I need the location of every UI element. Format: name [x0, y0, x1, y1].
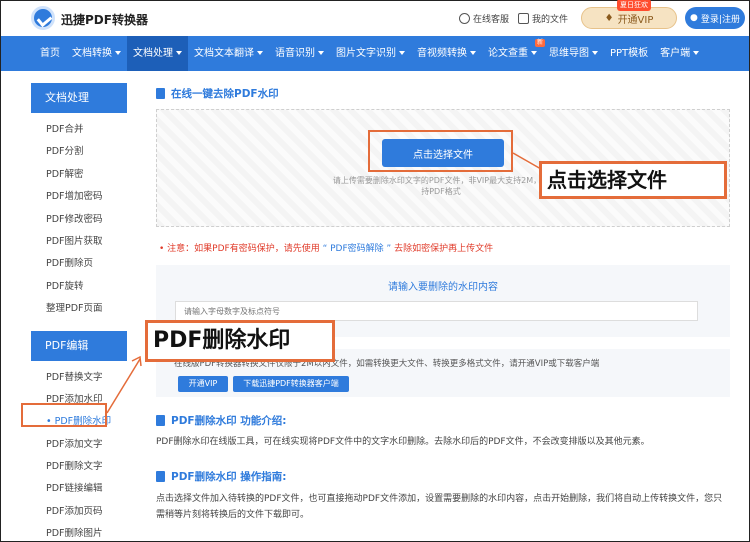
nav-item-label: 思维导图 — [549, 48, 589, 59]
edit-icon — [156, 471, 165, 482]
sidebar-highlight-frame — [21, 403, 107, 427]
caret-down-icon — [693, 51, 700, 55]
notice-suffix: 去除如密保护再上传文件 — [394, 244, 494, 254]
caret-down-icon — [470, 51, 476, 55]
sidebar-item[interactable]: PDF替换文字 — [31, 367, 127, 389]
intro-heading: PDF删除水印 功能介绍: — [156, 413, 286, 428]
nav-item-label: 文档转换 — [72, 48, 112, 59]
sidebar-group-pdf-edit[interactable]: PDF编辑 — [31, 330, 127, 361]
password-notice: • 注意：如果PDF有密码保护，请先使用 “ PDF密码解除 ” 去除如密保护再… — [159, 244, 494, 254]
nav-item-7[interactable]: 论文查重新 — [482, 36, 545, 71]
nav-item-4[interactable]: 语音识别 — [269, 36, 330, 71]
guide-heading: PDF删除水印 操作指南: — [156, 469, 286, 484]
sidebar-item[interactable]: PDF删除图片 — [31, 523, 127, 542]
upload-tip: 请上传需要删除水印文字的PDF文件，非VIP最大支持2M，支持PDF格式 — [332, 176, 550, 196]
nav-item-10[interactable]: 客户端 — [654, 36, 705, 71]
watermark-input-title: 请输入要删除的水印内容 — [388, 282, 498, 293]
guide-title: PDF删除水印 操作指南: — [171, 471, 287, 483]
sidebar-item[interactable]: PDF删除文字 — [31, 456, 127, 478]
sidebar-item[interactable]: PDF合并 — [31, 119, 127, 141]
nav-item-2[interactable]: 文档处理 — [127, 36, 188, 71]
nav-item-label: 文档文本翻译 — [194, 48, 254, 59]
open-vip-label: 开通VIP — [617, 14, 654, 26]
sidebar-item[interactable]: PDF添加文字 — [31, 434, 127, 456]
brand-name[interactable]: 迅捷PDF转换器 — [61, 11, 148, 28]
notice-prefix: 注意：如果PDF有密码保护，请先使用 — [167, 244, 320, 254]
pdf-unlock-link[interactable]: “ PDF密码解除 ” — [323, 244, 392, 254]
nav-item-6[interactable]: 音视频转换 — [411, 36, 482, 71]
sidebar-item[interactable]: PDF旋转 — [31, 276, 127, 298]
sidebar-group-doc-processing[interactable]: 文档处理 — [31, 83, 127, 113]
nav-item-1[interactable]: 文档转换 — [66, 36, 127, 71]
file-icon — [518, 13, 529, 24]
nav-item-label: 图片文字识别 — [336, 48, 396, 59]
login-register-label: 登录|注册 — [700, 14, 740, 25]
sidebar-item[interactable]: PDF图片获取 — [31, 231, 127, 253]
sidebar: 文档处理 PDF合并 PDF分割 PDF解密 PDF增加密码 PDF修改密码 PDF图片获… — [31, 83, 127, 542]
nav-item-label: 首页 — [40, 48, 60, 59]
page-title-text: 在线一键去除PDF水印 — [171, 88, 279, 100]
top-bar: 迅捷PDF转换器 在线客服 我的文件 ♦ 开通VIP 夏日狂欢 ● 登录|注册 — [1, 0, 749, 36]
online-service-link[interactable]: 在线客服 — [459, 12, 509, 25]
nav-item-label: 文档处理 — [133, 48, 173, 59]
caret-down-icon — [115, 51, 121, 55]
download-client-button[interactable]: 下载迅捷PDF转换器客户端 — [233, 376, 349, 392]
document-icon — [156, 88, 165, 99]
nav-item-9[interactable]: PPT模板 — [604, 36, 654, 71]
nav-item-8[interactable]: 思维导图 — [543, 36, 604, 71]
grid-icon — [156, 415, 165, 426]
intro-text: PDF删除水印在线版工具，可在线实现将PDF文件中的文字水印删除。去除水印后的P… — [156, 437, 650, 447]
vip-promo-badge: 夏日狂欢 — [617, 0, 651, 11]
sidebar-item[interactable]: PDF修改密码 — [31, 209, 127, 231]
nav-item-label: 语音识别 — [275, 48, 315, 59]
callout-remove-watermark: PDF删除水印 — [145, 320, 335, 362]
main-nav: 首页 文档转换 文档处理 文档文本翻译 语音识别 图片文字识别 音视频转换 论文查重新思维导图… — [1, 36, 749, 71]
sidebar-item[interactable]: PDF增加密码 — [31, 186, 127, 208]
sidebar-item[interactable]: 整理PDF页面 — [31, 298, 127, 320]
online-service-label: 在线客服 — [473, 15, 510, 25]
sidebar-item[interactable]: PDF分割 — [31, 141, 127, 163]
limit-open-vip-button[interactable]: 开通VIP — [178, 376, 228, 392]
caret-down-icon — [399, 51, 405, 55]
page-title: 在线一键去除PDF水印 — [156, 86, 279, 101]
sidebar-item[interactable]: PDF链接编辑 — [31, 478, 127, 500]
nav-item-5[interactable]: 图片文字识别 — [330, 36, 411, 71]
watermark-text-input[interactable] — [175, 301, 698, 321]
sidebar-item[interactable]: PDF删除页 — [31, 253, 127, 275]
callout-choose-file: 点击选择文件 — [539, 161, 727, 199]
caret-down-icon — [257, 51, 263, 55]
caret-down-icon — [176, 51, 182, 55]
sidebar-item[interactable]: PDF解密 — [31, 164, 127, 186]
caret-down-icon — [592, 51, 598, 55]
headset-icon — [459, 13, 470, 24]
choose-file-highlight-frame — [368, 130, 513, 172]
nav-item-label: 客户端 — [660, 48, 691, 59]
guide-text: 点击选择文件加入待转换的PDF文件，也可直接拖动PDF文件添加，设置需要删除的水… — [156, 494, 723, 520]
user-icon: ● — [690, 13, 698, 23]
my-files-link[interactable]: 我的文件 — [518, 12, 568, 25]
vip-diamond-icon: ♦ — [604, 12, 614, 24]
nav-item-3[interactable]: 文档文本翻译 — [188, 36, 269, 71]
intro-title: PDF删除水印 功能介绍: — [171, 415, 287, 427]
nav-item-label: 论文查重 — [488, 48, 528, 59]
caret-down-icon — [531, 51, 537, 55]
nav-item-0[interactable]: 首页 — [34, 36, 66, 71]
brand-logo-icon[interactable] — [31, 6, 55, 30]
login-register-button[interactable]: ● 登录|注册 — [685, 7, 745, 29]
nav-item-label: 音视频转换 — [417, 48, 467, 59]
nav-item-label: PPT模板 — [610, 48, 649, 59]
sidebar-item[interactable]: PDF添加页码 — [31, 501, 127, 523]
my-files-label: 我的文件 — [532, 15, 569, 25]
caret-down-icon — [318, 51, 324, 55]
